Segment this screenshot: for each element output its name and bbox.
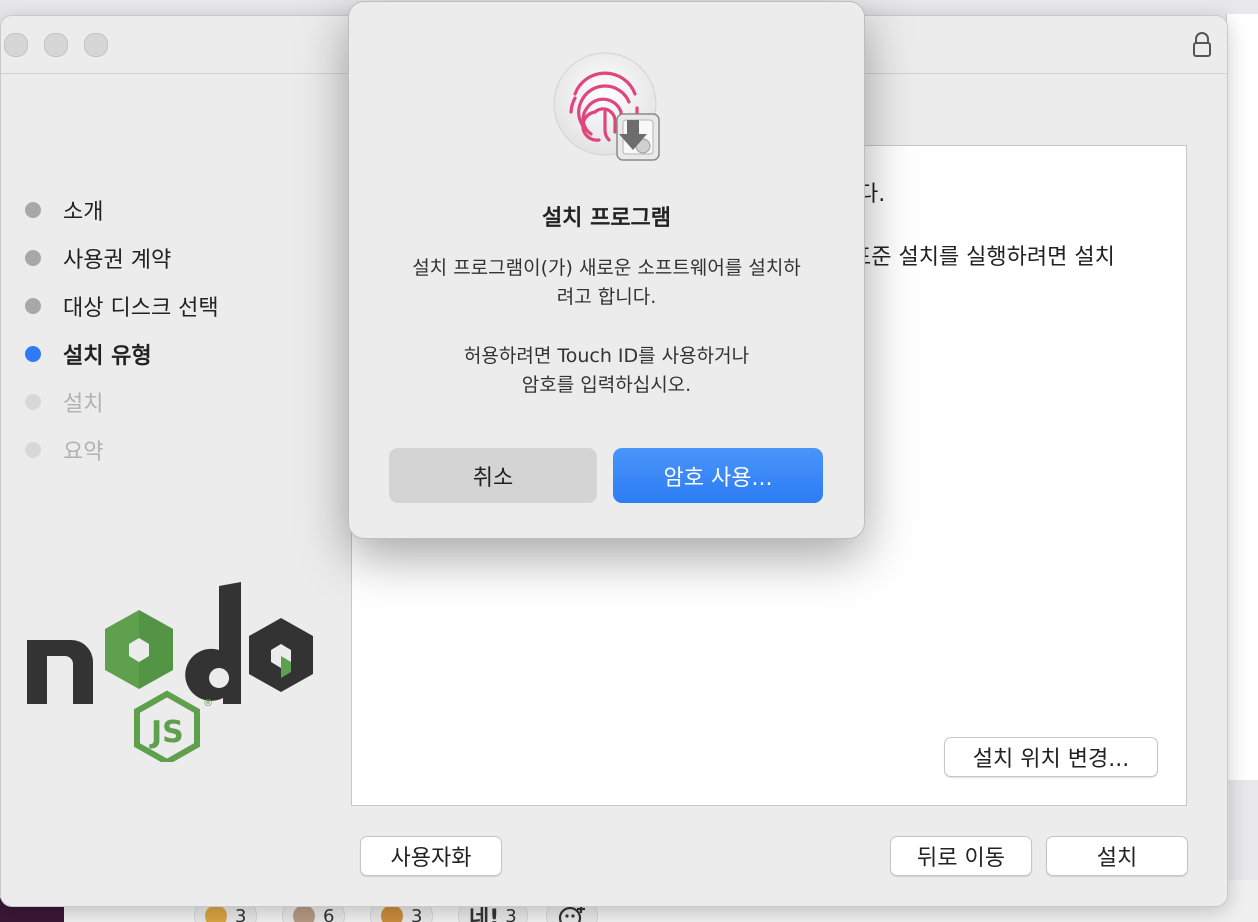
close-window-button[interactable] (4, 33, 28, 57)
zoom-window-button[interactable] (84, 33, 108, 57)
reaction-count: 6 (323, 905, 335, 922)
cancel-button[interactable]: 취소 (389, 448, 597, 503)
step-license: 사용권 계약 (25, 234, 345, 282)
touch-id-fingerprint-icon (553, 52, 660, 161)
step-install: 설치 (25, 378, 345, 426)
step-label: 요약 (63, 440, 104, 465)
step-installation-type: 설치 유형 (25, 330, 345, 378)
go-back-button[interactable]: 뒤로 이동 (890, 836, 1032, 876)
change-install-location-button[interactable]: 설치 위치 변경... (944, 737, 1158, 777)
dialog-message-line1: 설치 프로그램이(가) 새로운 소프트웨어를 설치하 (412, 257, 801, 279)
desktop: 3 6 3 네! 3 소개 사용권 계약 대상 디스크 선택 설치 유형 설치 … (0, 0, 1258, 922)
reaction-count: 3 (505, 905, 517, 922)
install-button[interactable]: 설치 (1046, 836, 1188, 876)
emoji-icon (205, 905, 227, 922)
step-indicator (25, 442, 41, 458)
step-indicator (25, 298, 41, 314)
step-label: 사용권 계약 (63, 248, 172, 273)
node-js-logo: JS ® (27, 582, 313, 762)
dialog-prompt-line1: 허용하려면 Touch ID를 사용하거나 (463, 345, 750, 367)
content-text-line2: 표준 설치를 실행하려면 설치 (851, 245, 1115, 270)
step-label: 대상 디스크 선택 (63, 296, 219, 321)
customize-button[interactable]: 사용자화 (360, 836, 502, 876)
step-destination: 대상 디스크 선택 (25, 282, 345, 330)
dialog-prompt-line2: 암호를 입력하십시오. (521, 374, 692, 396)
emoji-icon (381, 905, 403, 922)
authorization-dialog: 설치 프로그램 설치 프로그램이(가) 새로운 소프트웨어를 설치하 려고 합니… (348, 1, 865, 539)
lock-icon[interactable] (1191, 32, 1213, 58)
background-window-edge (1226, 14, 1258, 780)
step-introduction: 소개 (25, 186, 345, 234)
installer-steps: 소개 사용권 계약 대상 디스크 선택 설치 유형 설치 요약 (25, 186, 345, 474)
step-summary: 요약 (25, 426, 345, 474)
step-indicator (25, 202, 41, 218)
step-label: 설치 (63, 392, 104, 417)
emoji-icon (293, 905, 315, 922)
reaction-count: 3 (235, 905, 247, 922)
minimize-window-button[interactable] (44, 33, 68, 57)
step-indicator (25, 394, 41, 410)
use-password-button[interactable]: 암호 사용... (613, 448, 823, 503)
reaction-count: 3 (411, 905, 423, 922)
svg-text:®: ® (203, 698, 213, 709)
step-indicator (25, 250, 41, 266)
step-indicator (25, 346, 41, 362)
dialog-title: 설치 프로그램 (541, 206, 672, 231)
step-label: 소개 (63, 200, 104, 225)
dialog-message-line2: 려고 합니다. (556, 286, 657, 308)
step-label: 설치 유형 (63, 344, 152, 369)
svg-text:JS: JS (149, 715, 184, 750)
